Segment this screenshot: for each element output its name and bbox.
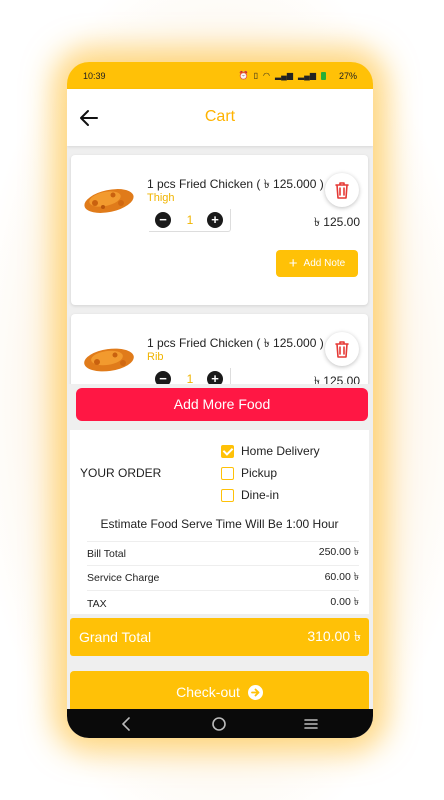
quantity-stepper: − 1 + bbox=[149, 368, 231, 384]
cart-item-card: 1 pcs Fried Chicken ( ৳ 125.000 ) Thigh … bbox=[71, 155, 368, 305]
increase-button[interactable]: + bbox=[207, 371, 223, 384]
checkout-button[interactable]: Check-out bbox=[70, 671, 369, 713]
item-name: 1 pcs Fried Chicken ( ৳ 125.000 ) bbox=[147, 336, 324, 350]
vibrate-icon: ▯ bbox=[253, 71, 259, 80]
option-home-delivery[interactable]: Home Delivery bbox=[221, 443, 320, 459]
add-note-button[interactable]: + Add Note bbox=[276, 250, 358, 277]
status-icons: ⏰ ▯ ◠ ▂▄▆ ▂▄▆ 27% bbox=[239, 71, 357, 81]
wifi-icon: ◠ bbox=[263, 71, 271, 80]
nav-menu-icon bbox=[304, 719, 318, 729]
decrease-button[interactable]: − bbox=[155, 371, 171, 384]
quantity-value: 1 bbox=[186, 372, 194, 384]
bill-value: 60.00 ৳ bbox=[324, 570, 359, 583]
cart-item-card: 1 pcs Fried Chicken ( ৳ 125.000 ) Rib − … bbox=[71, 314, 368, 384]
order-summary: YOUR ORDER Home Delivery Pickup Dine-in … bbox=[70, 430, 369, 614]
signal-icon: ▂▄▆ bbox=[275, 71, 293, 80]
option-dine-in[interactable]: Dine-in bbox=[221, 487, 279, 503]
add-more-food-button[interactable]: Add More Food bbox=[76, 388, 368, 421]
fried-chicken-image bbox=[84, 189, 134, 213]
phone-screen: 10:39 ⏰ ▯ ◠ ▂▄▆ ▂▄▆ 27% Cart 1 pcs Fried… bbox=[67, 62, 373, 738]
nav-home-button[interactable] bbox=[210, 715, 228, 733]
quantity-stepper: − 1 + bbox=[149, 209, 231, 232]
bill-label: Service Charge bbox=[87, 572, 160, 584]
option-pickup[interactable]: Pickup bbox=[221, 465, 277, 481]
estimate-time-text: Estimate Food Serve Time Will Be 1:00 Ho… bbox=[100, 517, 339, 531]
bill-row: TAX 0.00 ৳ bbox=[87, 591, 359, 616]
page-title: Cart bbox=[204, 108, 236, 125]
alarm-icon: ⏰ bbox=[238, 71, 249, 80]
item-price: ৳ 125.00 bbox=[313, 374, 360, 384]
bill-value: 250.00 ৳ bbox=[318, 546, 359, 558]
option-label: Pickup bbox=[241, 466, 278, 480]
bill-row: Bill Total 250.00 ৳ bbox=[87, 541, 359, 566]
bill-value: 0.00 ৳ bbox=[330, 596, 359, 608]
bill-label: TAX bbox=[87, 597, 107, 610]
fried-chicken-image bbox=[84, 348, 134, 372]
delete-button[interactable] bbox=[325, 173, 359, 207]
quantity-value: 1 bbox=[186, 213, 194, 227]
checkbox-icon bbox=[221, 466, 234, 480]
signal-icon: ▂▄▆ bbox=[298, 71, 316, 80]
increase-button[interactable]: + bbox=[207, 212, 223, 228]
bill-label: Bill Total bbox=[87, 547, 126, 560]
delete-button[interactable] bbox=[325, 332, 359, 366]
checkout-label: Check-out bbox=[176, 684, 240, 700]
your-order-label: YOUR ORDER bbox=[80, 466, 162, 480]
trash-icon bbox=[335, 182, 349, 199]
nav-back-icon bbox=[122, 717, 130, 731]
app-bar: Cart bbox=[67, 89, 373, 146]
nav-back-button[interactable] bbox=[118, 715, 136, 733]
decrease-button[interactable]: − bbox=[155, 212, 171, 228]
battery-percent: 27% bbox=[338, 70, 357, 81]
nav-recents-button[interactable] bbox=[302, 715, 320, 733]
option-label: Home Delivery bbox=[241, 444, 320, 458]
battery-icon bbox=[320, 71, 326, 80]
add-note-label: Add Note bbox=[303, 258, 346, 269]
grand-total-label: Grand Total bbox=[79, 629, 152, 645]
status-bar: 10:39 ⏰ ▯ ◠ ▂▄▆ ▂▄▆ 27% bbox=[67, 62, 373, 89]
grand-total-value: 310.00 ৳ bbox=[307, 628, 361, 644]
item-price: ৳ 125.00 bbox=[313, 215, 360, 229]
grand-total-bar: Grand Total 310.00 ৳ bbox=[70, 618, 369, 656]
arrow-right-circle-icon bbox=[247, 684, 263, 700]
bill-row: Service Charge 60.00 ৳ bbox=[87, 566, 359, 591]
plus-icon: + bbox=[288, 255, 298, 272]
option-label: Dine-in bbox=[241, 488, 280, 502]
system-nav-bar bbox=[67, 709, 373, 738]
item-variant: Thigh bbox=[147, 192, 175, 204]
trash-icon bbox=[335, 341, 349, 358]
status-time: 10:39 bbox=[83, 70, 106, 81]
item-variant: Rib bbox=[147, 351, 164, 363]
nav-home-icon bbox=[212, 717, 226, 731]
checkbox-checked-icon bbox=[221, 444, 234, 458]
checkbox-icon bbox=[221, 488, 234, 502]
cart-list[interactable]: 1 pcs Fried Chicken ( ৳ 125.000 ) Thigh … bbox=[67, 146, 373, 384]
